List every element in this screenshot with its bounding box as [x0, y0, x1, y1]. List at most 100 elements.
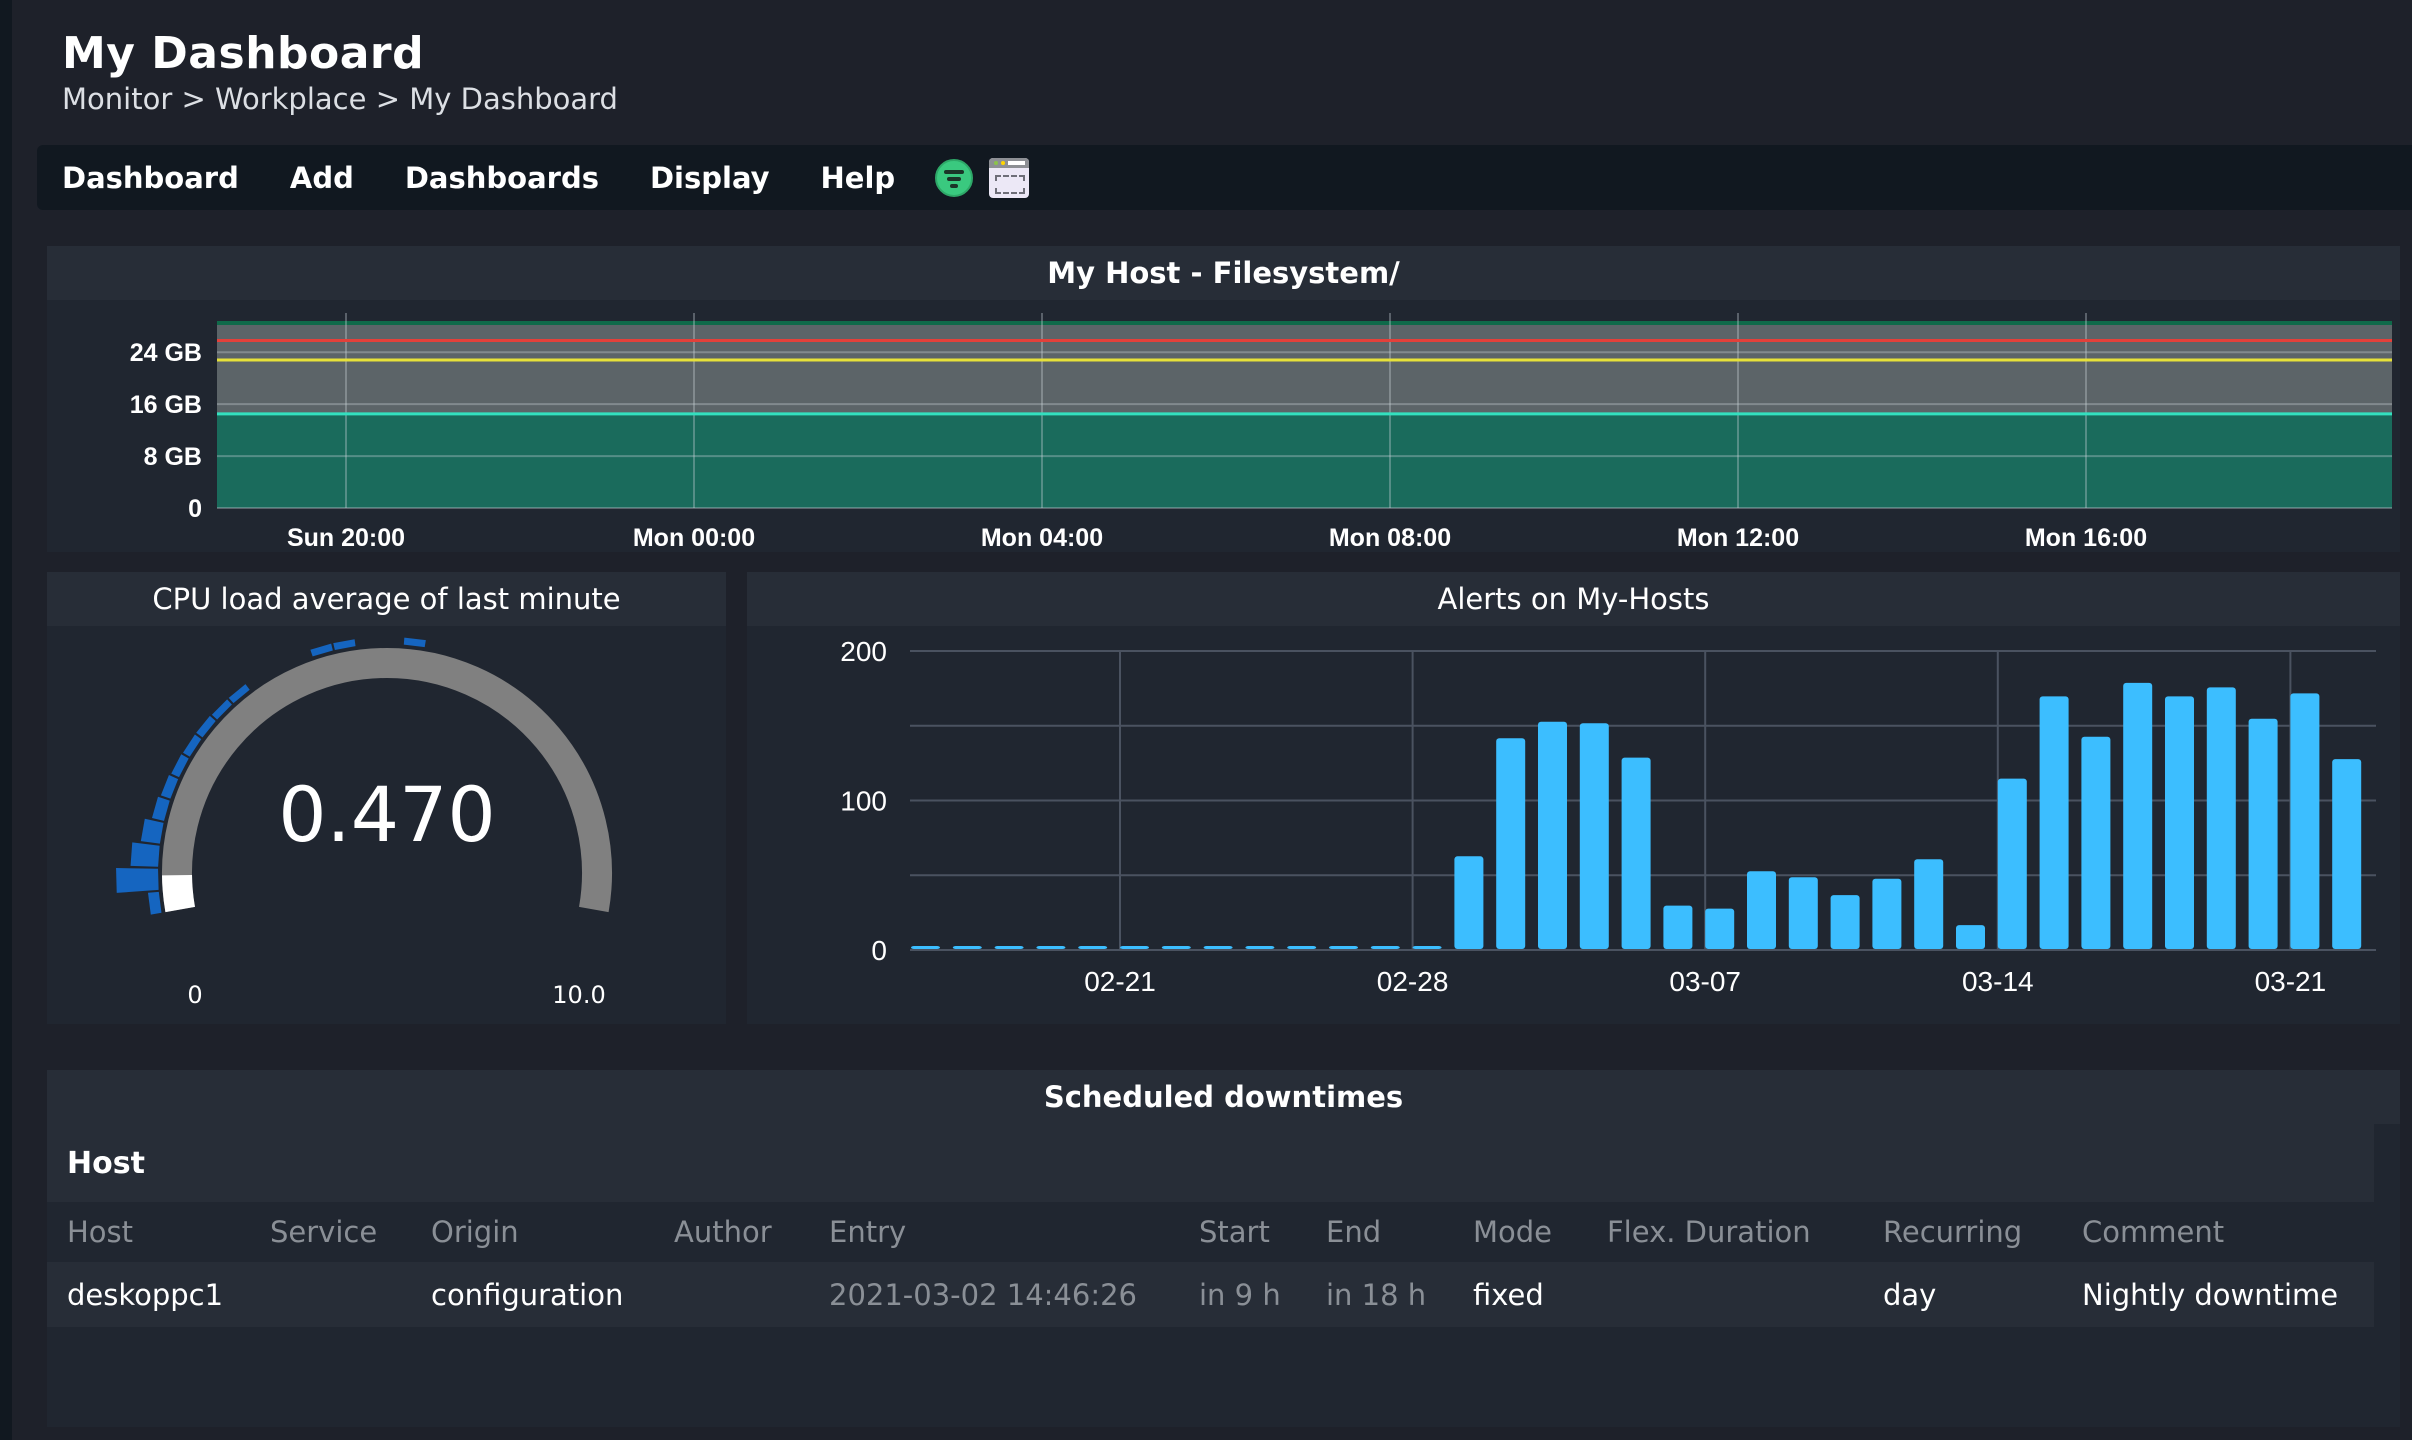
used-space-area: [217, 413, 2392, 508]
alert-bar: [2165, 696, 2194, 949]
dashlet-title: Alerts on My-Hosts: [747, 572, 2400, 626]
y-tick-label: 24 GB: [130, 339, 202, 367]
alert-bar: [911, 946, 940, 949]
filesystem-graph-dashlet: My Host - Filesystem/ 24 GB 16 GB 8 GB 0 Sun…: [47, 246, 2400, 552]
alert-bar: [1078, 946, 1108, 949]
gauge-histogram-bar: [310, 643, 333, 657]
alert-bar: [1747, 871, 1776, 949]
x-tick-label: 03-07: [1669, 966, 1741, 997]
x-tick-label: 03-14: [1962, 966, 2034, 997]
alert-bar: [1287, 946, 1317, 949]
x-tick-label: Mon 08:00: [1329, 524, 1451, 552]
alert-bar: [1245, 946, 1275, 949]
menu-dashboard[interactable]: Dashboard: [62, 161, 239, 195]
dashlet-title: My Host - Filesystem/: [47, 246, 2400, 300]
column-header-mode[interactable]: Mode: [1473, 1215, 1552, 1249]
alert-bar: [1997, 778, 2027, 949]
menu-bar: Dashboard Add Dashboards Display Help: [37, 145, 2412, 210]
left-sidebar-strip: [0, 0, 12, 1440]
column-header-service[interactable]: Service: [270, 1215, 377, 1249]
alert-bar: [1538, 721, 1567, 949]
column-header-start[interactable]: Start: [1199, 1215, 1270, 1249]
y-tick-label: 0: [188, 495, 202, 523]
x-tick-label: 02-28: [1377, 966, 1449, 997]
alert-bar: [1872, 878, 1902, 949]
x-tick-label: Sun 20:00: [287, 524, 405, 552]
alert-bar: [1036, 946, 1066, 949]
page-title: My Dashboard: [62, 28, 425, 79]
column-header-entry[interactable]: Entry: [829, 1215, 906, 1249]
alert-bar: [1705, 908, 1735, 949]
column-header-origin[interactable]: Origin: [431, 1215, 519, 1249]
breadcrumb-item-current: My Dashboard: [409, 82, 618, 116]
x-tick-label: 02-21: [1084, 966, 1156, 997]
window-layout-icon[interactable]: [989, 157, 1030, 198]
gauge-histogram-bar: [130, 842, 160, 867]
cell-end: in 18 h: [1326, 1277, 1427, 1312]
filter-icon[interactable]: [935, 158, 974, 197]
gauge-histogram-bar: [160, 774, 179, 799]
gauge-histogram-bar: [403, 637, 426, 648]
x-tick-label: 03-21: [2255, 966, 2327, 997]
y-tick-label: 16 GB: [130, 391, 202, 419]
x-tick-label: Mon 12:00: [1677, 524, 1799, 552]
alerts-chart-dashlet: Alerts on My-Hosts 02-21 02-28 03-07 03-14 0…: [747, 572, 2400, 1024]
y-tick-label: 200: [840, 636, 887, 667]
breadcrumb-separator: >: [181, 82, 206, 116]
alert-bar: [1496, 738, 1526, 949]
x-tick-label: Mon 00:00: [633, 524, 755, 552]
gauge-min-label: 0: [187, 981, 202, 1009]
x-tick-label: Mon 04:00: [981, 524, 1103, 552]
alert-bar: [2123, 682, 2153, 949]
dashlet-title: Scheduled downtimes: [47, 1070, 2400, 1124]
breadcrumb-item-monitor[interactable]: Monitor: [62, 82, 172, 116]
cell-entry: 2021-03-02 14:46:26: [829, 1277, 1137, 1312]
breadcrumb: Monitor > Workplace > My Dashboard: [62, 82, 618, 116]
x-tick-label: Mon 16:00: [2025, 524, 2147, 552]
alert-bar: [1329, 946, 1358, 949]
column-header-recurring[interactable]: Recurring: [1883, 1215, 2022, 1249]
dashlet-title: CPU load average of last minute: [47, 572, 726, 626]
column-header-flex-duration[interactable]: Flex. Duration: [1607, 1215, 1811, 1249]
alert-bar: [952, 946, 982, 949]
alert-bar: [2039, 696, 2069, 949]
gauge-value-arc: [162, 874, 196, 913]
cell-origin: configuration: [431, 1277, 624, 1312]
gauge-histogram-bar: [140, 818, 164, 844]
alerts-bar-chart[interactable]: 02-21 02-28 03-07 03-14 03-21 200 100 0: [747, 626, 2400, 1024]
breadcrumb-separator: >: [375, 82, 400, 116]
filesystem-graph[interactable]: 24 GB 16 GB 8 GB 0 Sun 20:00 Mon 00:00 Mon 04:…: [47, 300, 2400, 552]
y-tick-label: 0: [871, 935, 887, 966]
y-tick-label: 100: [840, 786, 887, 817]
gauge-value: 0.470: [278, 770, 496, 859]
table-row[interactable]: deskoppc1 configuration 2021-03-02 14:46…: [47, 1262, 2374, 1327]
cpu-gauge-dashlet: CPU load average of last minute 0.470 0 …: [47, 572, 726, 1024]
column-header-end[interactable]: End: [1326, 1215, 1381, 1249]
alert-bar: [1454, 856, 1484, 949]
alert-bar: [1161, 946, 1191, 949]
alert-bar: [1203, 946, 1233, 949]
cell-recurring: day: [1883, 1277, 1937, 1312]
column-header-host[interactable]: Host: [67, 1215, 133, 1249]
menu-help[interactable]: Help: [821, 161, 896, 195]
cell-host[interactable]: deskoppc1: [67, 1278, 223, 1312]
column-header-comment[interactable]: Comment: [2082, 1215, 2224, 1249]
menu-add[interactable]: Add: [290, 161, 354, 195]
alert-bar: [994, 946, 1024, 949]
alert-bar: [1120, 946, 1149, 949]
gauge-histogram-bar: [116, 868, 159, 893]
gauge-histogram-bar: [147, 891, 162, 915]
cell-start: in 9 h: [1199, 1277, 1281, 1312]
alert-bar: [2332, 759, 2362, 949]
cell-comment: Nightly downtime: [2082, 1277, 2339, 1312]
alert-bar: [1788, 877, 1818, 949]
free-space-area: [217, 323, 2392, 414]
cell-mode: fixed: [1473, 1277, 1544, 1312]
menu-display[interactable]: Display: [650, 161, 770, 195]
breadcrumb-item-workplace[interactable]: Workplace: [215, 82, 366, 116]
alert-bar: [1914, 859, 1944, 949]
alert-bar: [2290, 693, 2320, 949]
alert-bar: [2206, 687, 2236, 949]
menu-dashboards[interactable]: Dashboards: [405, 161, 599, 195]
column-header-author[interactable]: Author: [674, 1215, 772, 1249]
